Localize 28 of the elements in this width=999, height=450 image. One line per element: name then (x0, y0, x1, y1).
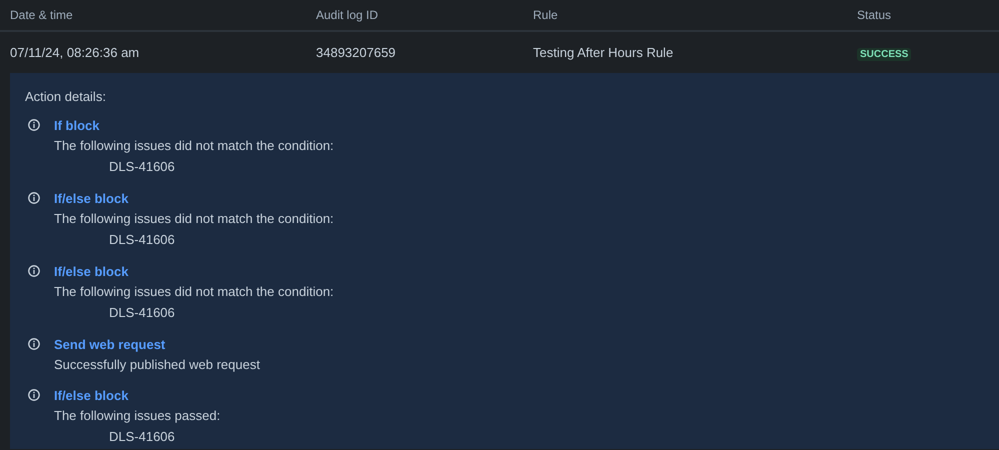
action-message: The following issues did not match the condition: (54, 210, 334, 228)
details-heading: Action details: (25, 88, 107, 106)
column-header: Audit log ID (316, 8, 378, 22)
table-cell: Testing After Hours Rule (533, 44, 674, 60)
info-icon (28, 388, 40, 400)
column-header: Status (857, 8, 892, 22)
table-cell: 07/11/24, 08:26:36 am (10, 44, 140, 60)
action-message: Successfully published web request (54, 356, 260, 374)
action-message: The following issues did not match the condition: (54, 136, 334, 155)
issue-key: DLS-41606 (109, 228, 334, 250)
action-title: If block (54, 116, 101, 134)
issue-key: DLS-41606 (109, 426, 220, 448)
info-icon (28, 264, 40, 276)
info-icon (28, 338, 40, 350)
action-message: The following issues did not match the condition: (54, 282, 334, 301)
action-title: If/else block (54, 190, 130, 208)
issue-key: DLS-41606 (109, 302, 334, 324)
info-icon (28, 192, 40, 204)
action-title: If/else block (54, 262, 130, 280)
column-header: Date & time (10, 8, 73, 22)
action-message: The following issues passed: (54, 406, 220, 425)
table-cell: 34893207659 (316, 44, 396, 60)
action-title: Send web request (54, 336, 166, 354)
info-icon (28, 118, 40, 130)
status-lozenge: SUCCESS (857, 48, 912, 61)
issue-key: DLS-41606 (109, 156, 334, 178)
column-header: Rule (533, 8, 558, 22)
action-title: If/else block (54, 386, 130, 404)
